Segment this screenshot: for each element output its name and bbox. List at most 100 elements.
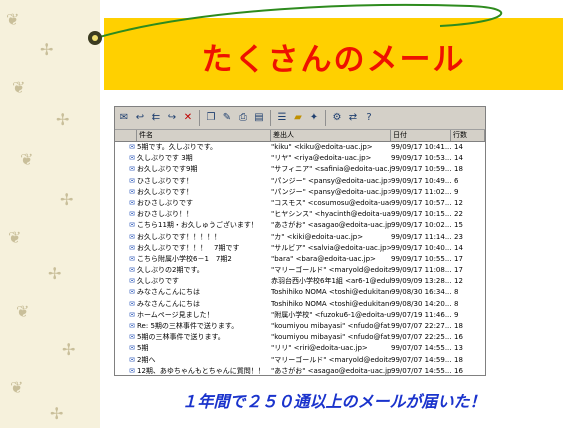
mail-lines: 6 bbox=[454, 176, 459, 185]
mail-row[interactable]: ✉2期へ "マリーゴールド" <maryold@edoita-u...99/07/… bbox=[115, 355, 485, 366]
mail-row[interactable]: ✉ 5期です。久しぶりです。 "kiku" <kiku@edoita-uac.jp>… bbox=[115, 142, 485, 153]
settings-icon[interactable]: ⚙ bbox=[330, 111, 344, 125]
mail-row[interactable]: ✉ お久しぶりです！ "パンジー" <pansy@edoita-uac.jp> 99/… bbox=[115, 187, 485, 198]
mail-date: 99/08/30 16:34... bbox=[391, 288, 451, 297]
mail-date: 99/09/17 10:55... bbox=[391, 254, 451, 263]
mail-toolbar: ✉ ↩ ⇇ ↪ ✕ ❐ ✎ ⎙ ▤ ☰ ▰ ✦ ⚙ ⇄ ? bbox=[115, 107, 485, 130]
mail-row[interactable]: ✉ 久しぶりです 赤羽台西小学校6年1組 <ar6-1@eduk... 99/09/0… bbox=[115, 276, 485, 287]
leaf-icon: ✢ bbox=[48, 264, 62, 283]
mail-date: 99/09/17 10:41... bbox=[391, 143, 451, 151]
mail-sender: "koumiyou mibayasi" <nfudo@fat.coa... bbox=[271, 333, 391, 342]
mail-sender: "コスモス" <cosumosu@edoita-uac.jp> bbox=[271, 198, 391, 207]
mail-sender: "パンジー" <pansy@edoita-uac.jp> bbox=[271, 187, 391, 196]
mail-subject: 久しぶりです bbox=[137, 277, 179, 286]
mail-read-icon: ✉ bbox=[129, 344, 135, 353]
column-header-subject[interactable]: 件名 bbox=[137, 130, 271, 141]
mail-row[interactable]: ✉ こちら11期・お久しゅうございます！ "あさがお" <asagao@edoita… bbox=[115, 220, 485, 231]
mail-row[interactable]: ✉ お久しぶりです！！！ 7期です "サルビア" <salvia@edoita-ua… bbox=[115, 243, 485, 254]
folder-icon[interactable]: ▰ bbox=[291, 111, 305, 125]
mail-date: 99/07/07 22:25... bbox=[391, 333, 451, 342]
mail-read-icon: ✉ bbox=[129, 299, 135, 308]
help-icon[interactable]: ? bbox=[362, 111, 376, 125]
mail-subject: お久しぶりです！！！！！ bbox=[137, 232, 221, 241]
ornament-bullet-icon bbox=[88, 31, 102, 45]
mail-row[interactable]: ✉ みなさんこんにちは Toshihiko NOMA <toshi@edukitan… bbox=[115, 299, 485, 310]
mail-read-icon: ✉ bbox=[129, 210, 135, 219]
mail-date: 99/07/07 14:59... bbox=[391, 355, 451, 364]
mail-date: 99/09/17 11:02... bbox=[391, 187, 451, 196]
mail-sender: "マリーゴールド" <maryold@edoita-u... bbox=[271, 355, 391, 364]
mail-lines: 14 bbox=[454, 154, 463, 163]
send-receive-icon[interactable]: ⇄ bbox=[346, 111, 360, 125]
attach-icon[interactable]: ✦ bbox=[307, 111, 321, 125]
mail-row[interactable]: ✉ お久しぶりです9期 "サフィニア" <safinia@edoita-uac.jp… bbox=[115, 164, 485, 175]
mail-sender: Toshihiko NOMA <toshi@edukitanet... bbox=[271, 288, 391, 297]
column-header-icons[interactable] bbox=[115, 130, 137, 141]
preview-icon[interactable]: ▤ bbox=[252, 111, 266, 125]
mail-read-icon: ✉ bbox=[129, 288, 135, 297]
mail-row[interactable]: ✉ ひさしぶりです！ "パンジー" <pansy@edoita-uac.jp> 99/… bbox=[115, 176, 485, 187]
column-header-date[interactable]: 日付 bbox=[391, 130, 451, 141]
mail-lines: 17 bbox=[454, 266, 463, 275]
column-header-lines[interactable]: 行数 bbox=[451, 130, 485, 141]
mail-read-icon: ✉ bbox=[129, 366, 135, 375]
mail-subject: 2期へ bbox=[137, 355, 156, 364]
mail-subject: こちら11期・お久しゅうございます！ bbox=[137, 221, 258, 230]
mail-subject: 久しぶりの2期です。 bbox=[137, 266, 204, 275]
mail-sender: "bara" <bara@edoita-uac.jp> bbox=[271, 254, 376, 263]
mail-row[interactable]: ✉ 5期 "リリ" <riri@edoita-uac.jp> 99/07/07 14:… bbox=[115, 343, 485, 354]
copy-icon[interactable]: ❐ bbox=[204, 111, 218, 125]
reply-all-icon[interactable]: ⇇ bbox=[149, 111, 163, 125]
mail-read-icon: ✉ bbox=[129, 333, 135, 342]
mail-row[interactable]: ✉ 12期、あゆちゃんもとちゃんに質問！！ "あさがお" <asagao@edoit… bbox=[115, 366, 485, 375]
slide: ❦ ✢ ❦ ✢ ❦ ✢ ❦ ✢ ❦ ✢ ❦ ✢ たくさんのメール ✉ ↩ ⇇ ↪… bbox=[0, 0, 569, 428]
mail-lines: 18 bbox=[454, 355, 463, 364]
mail-subject: お久しぶりです9期 bbox=[137, 165, 198, 174]
new-mail-icon[interactable]: ✉ bbox=[117, 111, 131, 125]
delete-icon[interactable]: ✕ bbox=[181, 111, 195, 125]
mail-row[interactable]: ✉久しぶりの2期です。 "マリーゴールド" <maryold@edoita-u..… bbox=[115, 265, 485, 276]
mail-row[interactable]: ✉ みなさんこんにちは Toshihiko NOMA <toshi@edukitan… bbox=[115, 287, 485, 298]
print-icon[interactable]: ⎙ bbox=[236, 111, 250, 125]
mail-subject: 久しぶりです 3期 bbox=[137, 154, 193, 163]
mail-lines: 13 bbox=[454, 344, 463, 353]
mail-read-icon: ✉ bbox=[129, 154, 135, 163]
mail-read-icon: ✉ bbox=[129, 143, 135, 151]
address-book-icon[interactable]: ☰ bbox=[275, 111, 289, 125]
mail-read-icon: ✉ bbox=[129, 198, 135, 207]
mail-row[interactable]: ✉おひさしぶりです "コスモス" <cosumosu@edoita-uac.jp>… bbox=[115, 198, 485, 209]
mail-lines: 18 bbox=[454, 165, 463, 174]
mail-read-icon: ✉ bbox=[129, 310, 135, 319]
mail-subject: Re: 5期の三林事件で送ります。 bbox=[137, 322, 239, 330]
mail-row[interactable]: ✉おひさしぶり！！ "ヒヤシンス" <hyacinth@edoita-uac.jp… bbox=[115, 209, 485, 220]
edit-icon[interactable]: ✎ bbox=[220, 111, 234, 125]
mail-row[interactable]: ✉ 久しぶりです 3期 "リヤ" <riya@edoita-uac.jp> 99/09… bbox=[115, 153, 485, 164]
reply-icon[interactable]: ↩ bbox=[133, 111, 147, 125]
mail-lines: 8 bbox=[454, 288, 459, 297]
leaf-icon: ✢ bbox=[62, 340, 76, 359]
mail-lines: 12 bbox=[454, 198, 463, 207]
mail-subject: ホームページ見ました！ bbox=[137, 310, 214, 319]
mail-sender: Toshihiko NOMA <toshi@edukitanet... bbox=[271, 299, 391, 308]
mail-subject: お久しぶりです！ bbox=[137, 187, 193, 196]
mail-date: 99/09/09 13:28... bbox=[391, 277, 451, 286]
mail-date: 99/09/17 10:40... bbox=[391, 243, 451, 252]
mail-row[interactable]: ✉ お久しぶりです！！！！！ "カ" <kiki@edoita-uac.jp> 99/… bbox=[115, 232, 485, 243]
mail-row[interactable]: ✉ Re: 5期の三林事件で送ります。 "koumiyou mibayasi" <n… bbox=[115, 321, 485, 332]
mail-date: 99/09/17 11:14... bbox=[391, 232, 451, 241]
forward-icon[interactable]: ↪ bbox=[165, 111, 179, 125]
mail-subject: 12期、あゆちゃんもとちゃんに質問！！ bbox=[137, 366, 265, 375]
mail-row[interactable]: ✉ホームページ見ました！ "附属小学校" <fuzoku6-1@edoita-u-… bbox=[115, 310, 485, 321]
mail-lines: 14 bbox=[454, 243, 463, 252]
mail-date: 99/09/17 10:59... bbox=[391, 165, 451, 174]
mail-subject: ひさしぶりです！ bbox=[137, 176, 193, 185]
slide-caption: １年間で２５０通以上のメールが届いた！ bbox=[181, 392, 486, 411]
mail-read-icon: ✉ bbox=[129, 266, 135, 275]
mail-lines: 15 bbox=[454, 221, 463, 230]
mail-date: 99/09/17 10:49... bbox=[391, 176, 451, 185]
column-header-from[interactable]: 差出人 bbox=[271, 130, 391, 141]
mail-row[interactable]: ✉ 5期の三林事件で送ります。 "koumiyou mibayasi" <nfudo… bbox=[115, 332, 485, 343]
mail-row[interactable]: ✉ こちら附属小学校6－1 7期2 "bara" <bara@edoita-uac.… bbox=[115, 254, 485, 265]
mail-lines: 17 bbox=[454, 254, 463, 263]
mail-read-icon: ✉ bbox=[129, 355, 135, 364]
